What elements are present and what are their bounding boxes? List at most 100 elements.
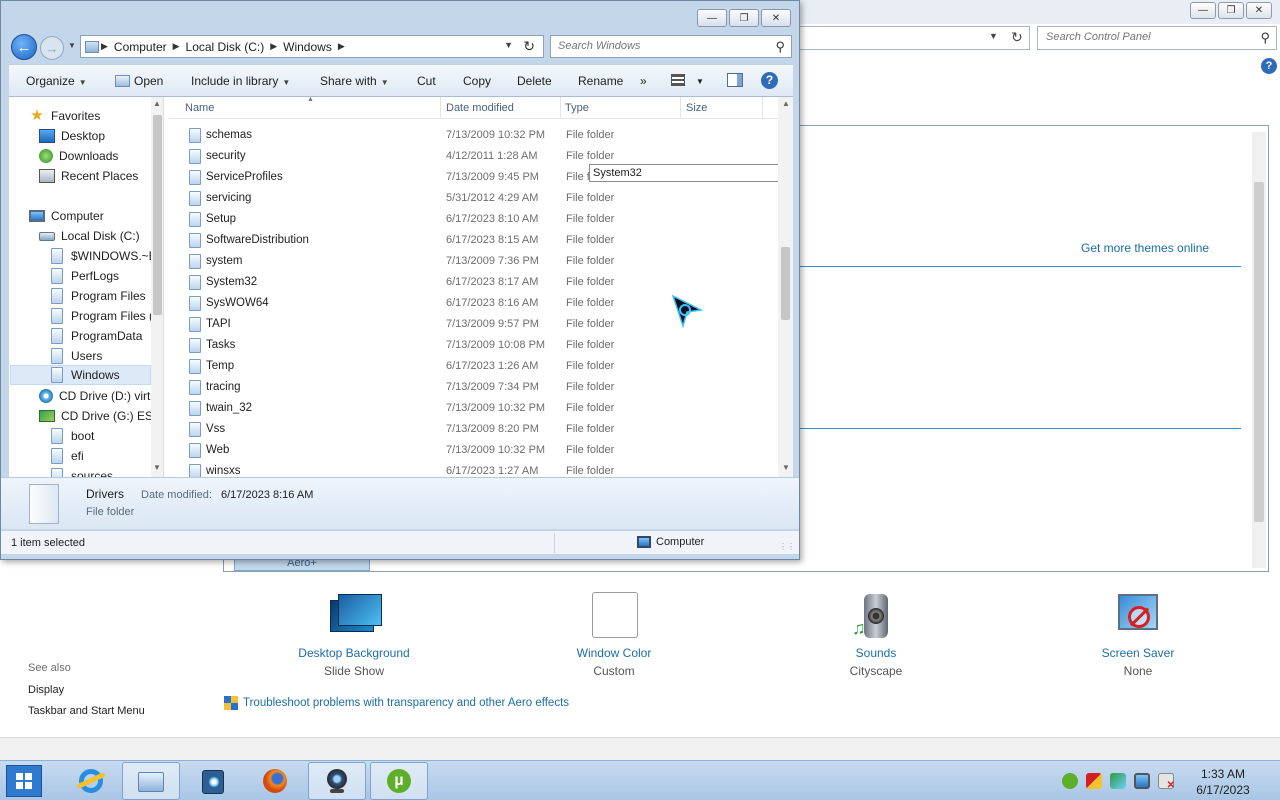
nav-folder[interactable]: Users <box>51 346 102 366</box>
tile-title[interactable]: Desktop Background <box>284 646 424 660</box>
chevron-up-icon[interactable]: ▲ <box>782 99 790 108</box>
maximize-button[interactable]: ❐ <box>729 9 759 27</box>
nav-folder[interactable]: ProgramData <box>51 326 142 346</box>
file-row[interactable]: Setup 6/17/2023 8:10 AM File folder <box>169 209 779 230</box>
cp-close-button[interactable]: ✕ <box>1246 2 1272 19</box>
file-name[interactable]: system <box>206 255 242 267</box>
search-icon[interactable]: ⚲ <box>775 39 785 55</box>
cp-search-input[interactable]: Search Control Panel ⚲ <box>1037 26 1277 50</box>
nav-cd-drive-d[interactable]: CD Drive (D:) virtio-win <box>39 386 163 406</box>
cp-maximize-button[interactable]: ❐ <box>1218 2 1244 19</box>
search-input[interactable]: Search Windows ⚲ <box>550 35 792 58</box>
back-button[interactable]: ← <box>11 34 37 60</box>
nav-folder[interactable]: Program Files (x86) <box>51 306 163 326</box>
file-row[interactable]: Vss 7/13/2009 8:20 PM File folder <box>169 419 779 440</box>
recent-pages-dropdown[interactable]: ▼ <box>68 41 76 50</box>
chevron-right-icon[interactable]: ▶ <box>338 41 345 52</box>
file-row[interactable]: tracing 7/13/2009 7:34 PM File folder <box>169 377 779 398</box>
nav-scrollbar[interactable]: ▲ ▼ <box>151 97 163 477</box>
search-icon[interactable]: ⚲ <box>1260 30 1270 46</box>
taskbar-firefox[interactable] <box>246 762 304 800</box>
file-row[interactable]: Tasks 7/13/2009 10:08 PM File folder <box>169 335 779 356</box>
taskbar-webcam[interactable] <box>308 762 366 800</box>
theme-gallery-scrollbar[interactable] <box>1252 132 1266 568</box>
shield-icon[interactable] <box>1086 773 1102 789</box>
refresh-icon[interactable]: ↻ <box>523 38 535 55</box>
file-name[interactable]: SysWOW64 <box>206 297 269 309</box>
file-row[interactable]: SoftwareDistribution 6/17/2023 8:15 AM Fil… <box>169 230 779 251</box>
rename-button[interactable]: Rename <box>578 74 623 88</box>
close-button[interactable]: ✕ <box>761 9 791 27</box>
help-icon[interactable]: ? <box>1261 58 1277 74</box>
taskbar-media-center[interactable] <box>184 762 242 800</box>
column-date-modified[interactable]: Date modified <box>446 102 514 114</box>
file-name[interactable]: Tasks <box>206 339 235 351</box>
column-type[interactable]: Type <box>565 102 589 114</box>
tile-title[interactable]: Window Color <box>544 646 684 660</box>
taskbar-start-menu-link[interactable]: Taskbar and Start Menu <box>28 705 145 717</box>
taskbar-utorrent[interactable]: µ <box>370 762 428 800</box>
file-row[interactable]: System32 6/17/2023 8:17 AM File folder <box>169 272 779 293</box>
nav-folder[interactable]: boot <box>51 426 94 446</box>
clock[interactable]: 1:33 AM 6/17/2023 <box>1188 766 1258 798</box>
file-name[interactable]: SoftwareDistribution <box>206 234 309 246</box>
cut-button[interactable]: Cut <box>417 74 436 88</box>
network-sync-icon[interactable] <box>1110 773 1126 789</box>
minimize-button[interactable]: — <box>697 9 727 27</box>
file-row[interactable]: system 7/13/2009 7:36 PM File folder <box>169 251 779 272</box>
get-more-themes-link[interactable]: Get more themes online <box>1081 241 1209 255</box>
nav-favorites[interactable]: ★ Favorites <box>29 106 100 126</box>
file-name[interactable]: Temp <box>206 360 234 372</box>
file-name[interactable]: servicing <box>206 192 251 204</box>
address-bar[interactable]: ▶ Computer ▶ Local Disk (C:) ▶ Windows ▶… <box>80 35 544 58</box>
tile-title[interactable]: Sounds <box>806 646 946 660</box>
utorrent-tray-icon[interactable] <box>1062 773 1078 789</box>
chevron-up-icon[interactable]: ▲ <box>153 99 161 108</box>
volume-muted-icon[interactable]: ✕ <box>1158 773 1175 791</box>
nav-folder[interactable]: PerfLogs <box>51 266 119 286</box>
share-with-button[interactable]: Share with ▼ <box>320 74 389 88</box>
file-row[interactable]: twain_32 7/13/2009 10:32 PM File folder <box>169 398 779 419</box>
screen-saver-tile[interactable]: Screen Saver None <box>1068 592 1208 678</box>
organize-button[interactable]: Organize ▼ <box>26 74 87 88</box>
file-name[interactable]: Setup <box>206 213 236 225</box>
chevron-down-icon[interactable]: ▼ <box>696 77 704 86</box>
taskbar-windows-explorer[interactable] <box>122 762 180 800</box>
chevron-down-icon[interactable]: ▼ <box>153 463 161 472</box>
chevron-right-icon[interactable]: ▶ <box>173 41 180 52</box>
copy-button[interactable]: Copy <box>463 74 491 88</box>
nav-folder-windows[interactable]: Windows <box>10 365 151 385</box>
taskbar-internet-explorer[interactable] <box>62 762 120 800</box>
chevron-down-icon[interactable]: ▼ <box>504 40 513 50</box>
file-name[interactable]: Vss <box>206 423 225 435</box>
breadcrumb-local-disk[interactable]: Local Disk (C:) <box>186 40 265 54</box>
scrollbar-thumb[interactable] <box>153 115 162 315</box>
cp-minimize-button[interactable]: — <box>1190 2 1216 19</box>
chevron-down-icon[interactable]: ▼ <box>989 31 998 41</box>
nav-computer[interactable]: Computer <box>29 206 104 226</box>
tile-title[interactable]: Screen Saver <box>1068 646 1208 660</box>
nav-folder[interactable]: Program Files <box>51 286 146 306</box>
nav-recent-places[interactable]: Recent Places <box>39 166 138 186</box>
forward-button[interactable]: → <box>40 36 64 60</box>
column-size[interactable]: Size <box>686 102 707 114</box>
file-name[interactable]: TAPI <box>206 318 231 330</box>
delete-button[interactable]: Delete <box>517 74 552 88</box>
file-name[interactable]: ServiceProfiles <box>206 171 283 183</box>
sounds-tile[interactable]: ♫ Sounds Cityscape <box>806 592 946 678</box>
nav-desktop[interactable]: Desktop <box>39 126 105 146</box>
breadcrumb-windows[interactable]: Windows <box>283 40 332 54</box>
file-row[interactable]: Web 7/13/2009 10:32 PM File folder <box>169 440 779 461</box>
resize-grip[interactable]: ⋮⋮ <box>779 542 795 551</box>
file-row[interactable]: schemas 7/13/2009 10:32 PM File folder <box>169 125 779 146</box>
rename-input[interactable]: System32 <box>589 164 779 182</box>
file-row[interactable]: winsxs 6/17/2023 1:27 AM File folder <box>169 461 779 477</box>
file-name[interactable]: tracing <box>206 381 241 393</box>
file-row[interactable]: Temp 6/17/2023 1:26 AM File folder <box>169 356 779 377</box>
start-button[interactable] <box>6 765 42 797</box>
nav-folder[interactable]: sources <box>51 466 113 477</box>
window-color-tile[interactable]: Window Color Custom <box>544 592 684 678</box>
nav-folder[interactable]: $WINDOWS.~BT <box>51 246 163 266</box>
breadcrumb-computer[interactable]: Computer <box>114 40 167 54</box>
chevron-right-icon[interactable]: ▶ <box>270 41 277 52</box>
